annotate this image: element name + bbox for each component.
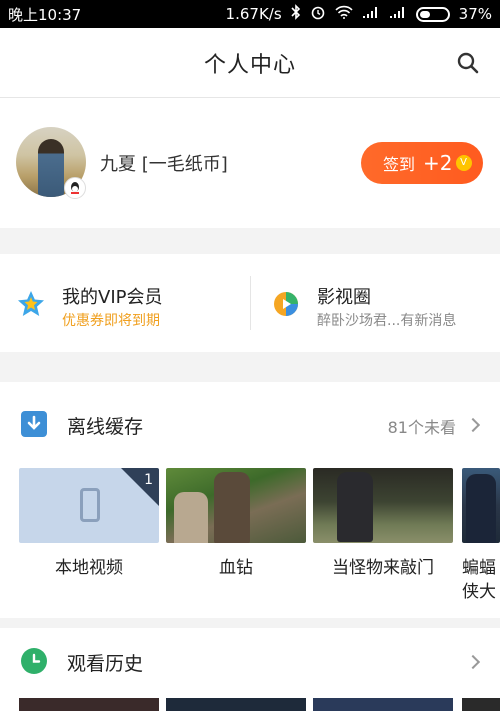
local-video-thumb[interactable]: 1: [19, 468, 159, 543]
page-title: 个人中心: [203, 52, 296, 78]
vip-title: 我的VIP会员: [62, 287, 163, 308]
movie-caption-batman-v-superman: 蝙蝠侠大战超人：正义: [462, 558, 496, 602]
status-bar: 晚上10:37 1.67K/s 37%: [0, 0, 500, 28]
movie-thumb-batman-v-superman[interactable]: [462, 468, 500, 543]
watch-history-section: 观看历史: [0, 628, 500, 711]
avatar-figure: [38, 139, 64, 197]
movie-caption-blood-diamond: 血钻: [219, 558, 253, 578]
local-video-caption: 本地视频: [55, 558, 123, 578]
vip-circle-row: 我的VIP会员 优惠券即将到期 影视圈 醉卧沙场君...有新消息: [0, 254, 500, 352]
offline-cache-unwatched[interactable]: 81个未看: [388, 414, 456, 438]
signal-icon-2: [389, 5, 407, 23]
vip-star-icon: [16, 289, 46, 319]
movie-thumb-blood-diamond[interactable]: [166, 468, 306, 543]
alarm-icon: [310, 4, 326, 24]
vip-subtitle: 优惠券即将到期: [62, 313, 160, 329]
history-thumb[interactable]: [19, 698, 159, 711]
offline-cache-list: 1 本地视频 血钻 当怪物来敲门 蝙蝠侠大战超人：正义: [0, 464, 500, 614]
chevron-right-icon[interactable]: [465, 654, 481, 670]
history-thumb[interactable]: [166, 698, 306, 711]
movie-caption-monster-calls: 当怪物来敲门: [332, 558, 434, 578]
film-circle-icon: [271, 289, 301, 319]
page-header: 个人中心: [0, 28, 500, 98]
username: 九夏 [一毛纸币]: [100, 154, 228, 175]
net-speed: 1.67K/s: [225, 5, 282, 23]
wifi-icon: [335, 5, 353, 23]
history-thumb[interactable]: [313, 698, 453, 711]
count-corner: [121, 468, 159, 506]
still-figure: [337, 472, 373, 542]
search-icon[interactable]: [456, 51, 480, 75]
profile-card[interactable]: 九夏 [一毛纸币] 签到 +2 V: [0, 98, 500, 228]
signal-icon: [362, 5, 380, 23]
battery-icon: [415, 6, 450, 22]
qq-login-icon: [64, 177, 86, 199]
film-circle-title: 影视圈: [317, 287, 371, 308]
signin-label: 签到: [383, 155, 416, 174]
clock-icon: [21, 648, 47, 674]
signin-points: +2: [423, 151, 453, 175]
chevron-right-icon[interactable]: [465, 417, 481, 433]
still-figure: [466, 474, 496, 543]
v-coin-icon: V: [455, 155, 472, 171]
phone-icon: [80, 488, 100, 522]
battery-level: 37%: [458, 5, 492, 23]
local-video-count: 1: [144, 472, 153, 488]
history-thumb[interactable]: [462, 698, 500, 711]
status-time: 晚上10:37: [8, 5, 82, 24]
signin-button[interactable]: 签到 +2 V: [361, 142, 483, 184]
bluetooth-icon: [291, 4, 301, 24]
offline-cache-title[interactable]: 离线缓存: [67, 412, 143, 439]
vip-member-entry[interactable]: 我的VIP会员 优惠券即将到期: [0, 254, 250, 352]
still-figure: [174, 492, 208, 543]
still-figure: [214, 472, 250, 543]
download-icon: [21, 411, 47, 437]
film-circle-entry[interactable]: 影视圈 醉卧沙场君...有新消息: [250, 254, 500, 352]
movie-thumb-monster-calls[interactable]: [313, 468, 453, 543]
offline-cache-section: 离线缓存 81个未看 1 本地视频 血钻 当怪物来敲门 蝙蝠侠大战超人：正义: [0, 382, 500, 618]
film-circle-subtitle: 醉卧沙场君...有新消息: [317, 313, 457, 329]
watch-history-title[interactable]: 观看历史: [67, 649, 143, 676]
